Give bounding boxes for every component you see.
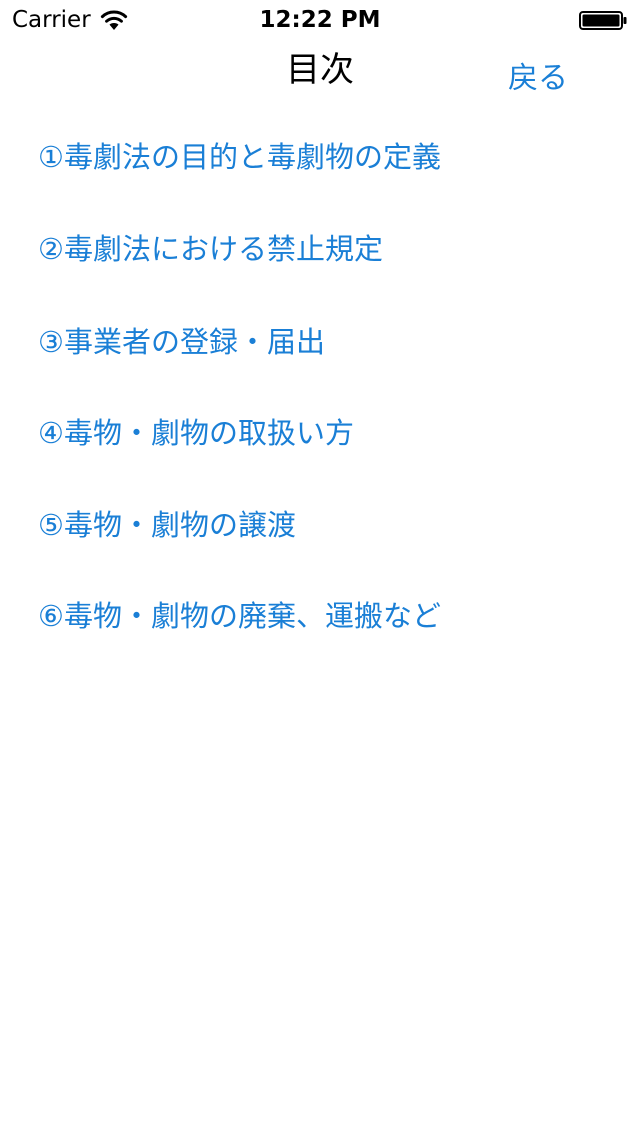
back-button[interactable]: 戻る (508, 57, 568, 101)
toc-item-4[interactable]: ④毒物・劇物の取扱い方 (38, 413, 354, 453)
status-bar: Carrier 12:22 PM (0, 0, 640, 40)
toc-item-3[interactable]: ③事業者の登録・届出 (38, 322, 325, 362)
toc-item-6[interactable]: ⑥毒物・劇物の廃棄、運搬など (38, 596, 441, 636)
toc-item-5[interactable]: ⑤毒物・劇物の譲渡 (38, 505, 296, 545)
status-time: 12:22 PM (259, 7, 381, 33)
toc-item-1[interactable]: ①毒劇法の目的と毒劇物の定義 (38, 137, 441, 177)
battery-icon (579, 11, 627, 30)
toc-item-2[interactable]: ②毒劇法における禁止規定 (38, 229, 383, 269)
